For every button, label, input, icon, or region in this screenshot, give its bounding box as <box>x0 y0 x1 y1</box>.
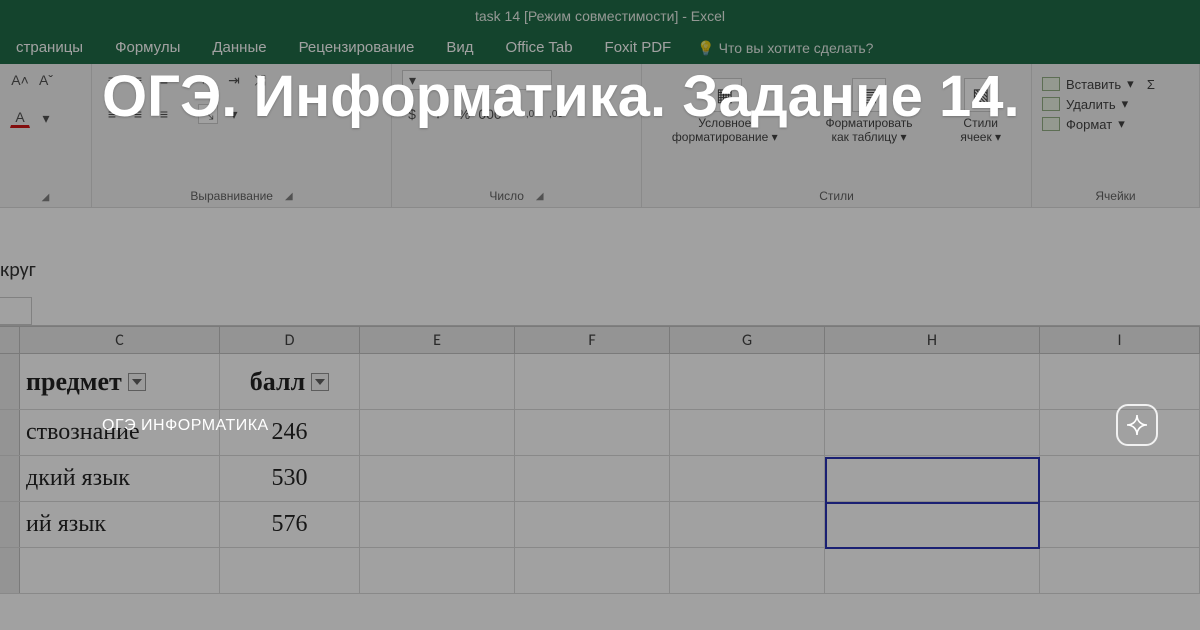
channel-name[interactable]: ОГЭ ИНФОРМАТИКА <box>102 417 269 435</box>
article-headline: ОГЭ. Информатика. Задание 14. <box>102 64 1180 131</box>
zen-platform-icon[interactable] <box>1116 404 1158 446</box>
